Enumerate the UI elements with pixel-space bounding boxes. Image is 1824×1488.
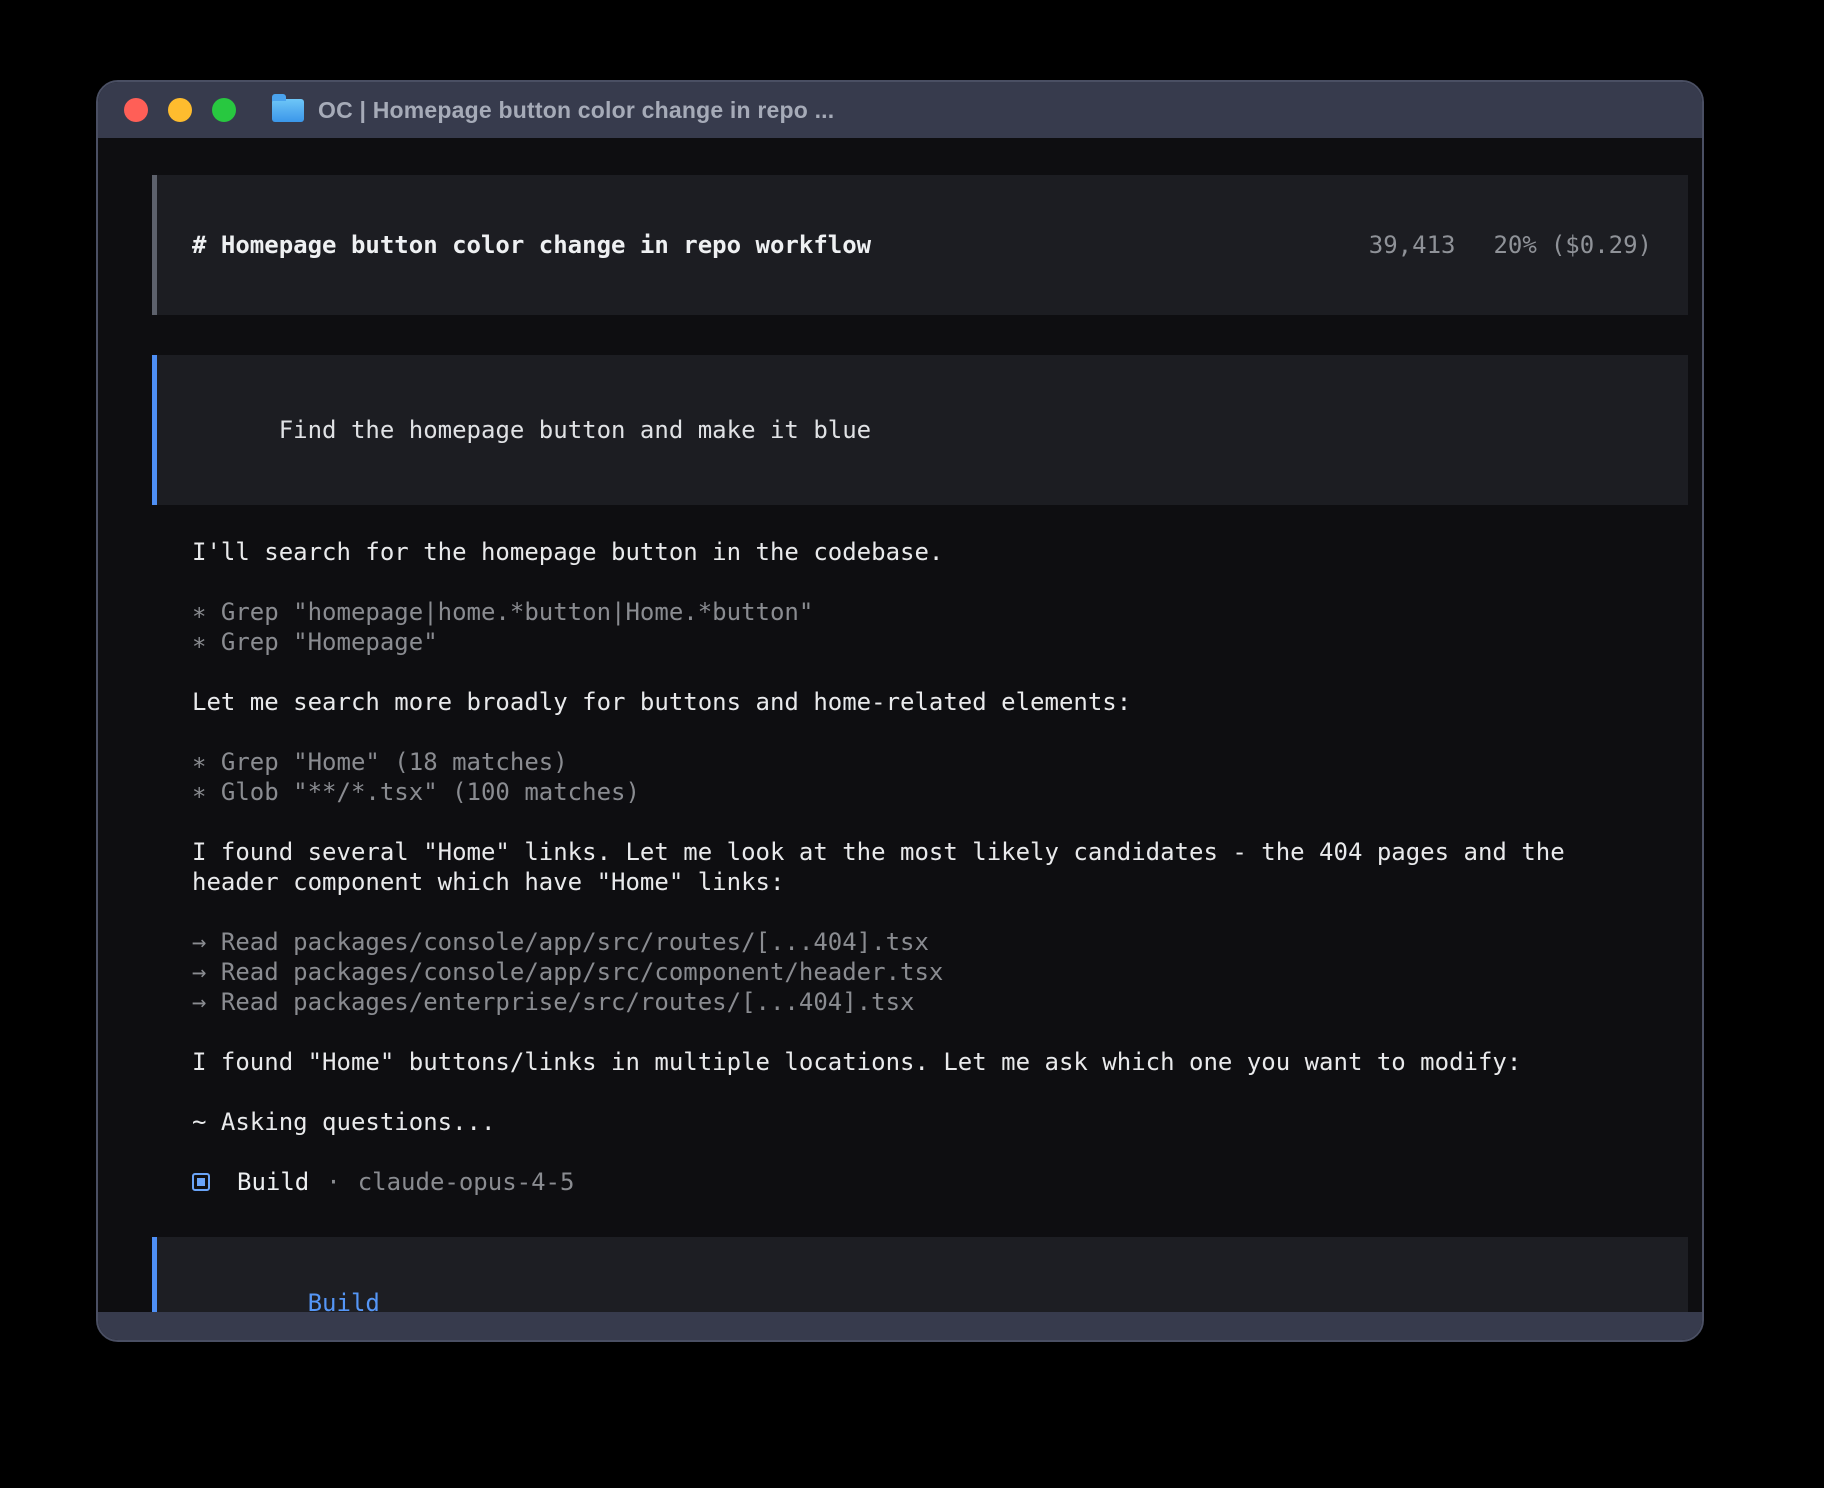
separator-dot: · — [326, 1167, 340, 1197]
terminal-content: # Homepage button color change in repo w… — [98, 138, 1702, 1312]
agent-name: Build — [237, 1167, 309, 1197]
composer-input[interactable]: Build Claude Opus 4.5 OpenCode Zen — [152, 1237, 1688, 1312]
tool-call-grep: ∗ Grep "Home" (18 matches) — [192, 747, 1652, 777]
session-title: # Homepage button color change in repo w… — [192, 230, 871, 260]
assistant-text: I found "Home" buttons/links in multiple… — [192, 1047, 1652, 1077]
user-message-text: Find the homepage button and make it blu… — [279, 416, 871, 444]
session-header: # Homepage button color change in repo w… — [152, 175, 1688, 315]
context-percent: 20% — [1493, 231, 1536, 259]
window-title: OC | Homepage button color change in rep… — [318, 97, 834, 124]
agent-build-icon — [192, 1173, 210, 1191]
tool-call-read: → Read packages/console/app/src/routes/[… — [192, 927, 1652, 957]
tool-call-read: → Read packages/enterprise/src/routes/[.… — [192, 987, 1652, 1017]
user-message: Find the homepage button and make it blu… — [152, 355, 1688, 505]
assistant-text: I'll search for the homepage button in t… — [192, 537, 1652, 567]
token-count: 39,413 — [1369, 231, 1456, 259]
tool-call-read: → Read packages/console/app/src/componen… — [192, 957, 1652, 987]
session-cost: ($0.29) — [1551, 231, 1652, 259]
terminal-window: OC | Homepage button color change in rep… — [96, 80, 1704, 1342]
assistant-text: Let me search more broadly for buttons a… — [192, 687, 1652, 717]
assistant-transcript: I'll search for the homepage button in t… — [152, 537, 1688, 1197]
minimize-button[interactable] — [168, 98, 192, 122]
tool-call-glob: ∗ Glob "**/*.tsx" (100 matches) — [192, 777, 1652, 807]
folder-icon — [272, 99, 304, 122]
composer-agent: Build — [308, 1289, 380, 1312]
agent-status-line: Build · claude-opus-4-5 — [192, 1167, 1652, 1197]
tool-call-grep: ∗ Grep "homepage|home.*button|Home.*butt… — [192, 597, 1652, 627]
agent-model: claude-opus-4-5 — [358, 1167, 575, 1197]
traffic-lights — [124, 98, 236, 122]
close-button[interactable] — [124, 98, 148, 122]
assistant-status-text: ~ Asking questions... — [192, 1107, 1652, 1137]
zoom-button[interactable] — [212, 98, 236, 122]
assistant-text: header component which have "Home" links… — [192, 867, 1652, 897]
window-bottom-chrome — [98, 1312, 1702, 1340]
tool-call-grep: ∗ Grep "Homepage" — [192, 627, 1652, 657]
assistant-text: I found several "Home" links. Let me loo… — [192, 837, 1652, 867]
composer-status: Build Claude Opus 4.5 OpenCode Zen — [192, 1258, 1652, 1312]
session-stats: 39,413 20% ($0.29) — [1253, 200, 1652, 290]
window-titlebar[interactable]: OC | Homepage button color change in rep… — [98, 82, 1702, 138]
